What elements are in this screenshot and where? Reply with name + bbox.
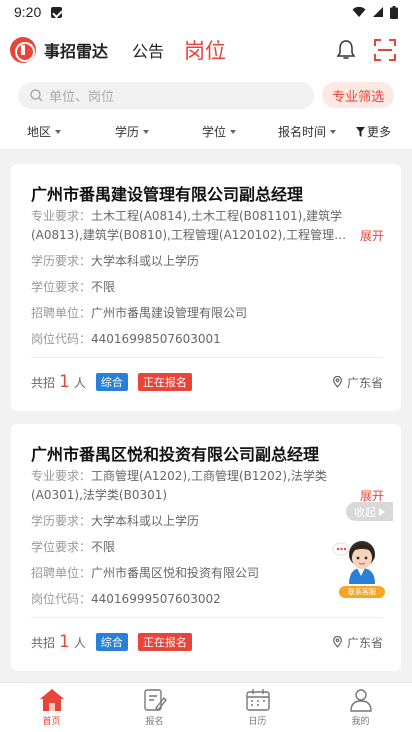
chevron-right-icon [379,507,385,516]
divider [31,357,383,358]
tab-home[interactable]: 首页 [0,683,103,732]
app-logo-icon [10,37,36,63]
tab-profile[interactable]: 我的 [309,683,412,732]
filter-education[interactable]: 学历 [115,123,150,140]
major-filter-button[interactable]: 专业筛选 [322,82,394,108]
filter-degree[interactable]: 学位 [202,123,237,140]
filter-degree-label: 学位 [202,125,227,139]
tab-positions[interactable]: 岗位 [184,35,226,65]
search-input[interactable]: 单位、岗位 [18,81,315,109]
count-prefix: 共招 [31,635,56,650]
count-suffix: 人 [73,375,86,390]
app-header: 事招雷达 公告 岗位 [0,24,412,76]
card-footer: 共招 1 人 综合 正在报名 广东省 [31,372,383,392]
signal-icon [373,7,383,17]
calendar-icon [245,689,270,711]
bottom-tab-bar: 首页 报名 日历 我的 [0,682,412,732]
filter-more[interactable]: 更多 [356,123,391,140]
expand-button[interactable]: 展开 [360,227,384,244]
divider [31,617,383,618]
count-suffix: 人 [73,635,86,650]
location-label: 广东省 [346,375,383,390]
filter-signup-time[interactable]: 报名时间 [278,123,337,140]
profile-icon [349,689,372,712]
caret-down-icon [143,129,150,134]
education-requirement: 学历要求：大学本科或以上学历 [31,254,200,268]
search-row: 单位、岗位 专业筛选 [0,76,412,114]
category-badge: 综合 [95,373,128,391]
status-time: 9:20 [14,4,42,20]
collapse-label: 收起 [354,505,376,519]
location-pin-icon [332,636,342,648]
filter-signup-time-label: 报名时间 [278,125,327,139]
position-code: 岗位代码：44016998507603001 [31,332,221,346]
count-prefix: 共招 [31,375,56,390]
home-icon [39,689,64,711]
filter-more-label: 更多 [367,125,392,139]
education-requirement: 学历要求：大学本科或以上学历 [31,514,200,528]
scan-icon[interactable] [374,39,396,61]
job-card[interactable]: 广州市番禺建设管理有限公司副总经理 专业要求：土木工程(A0814),土木工程(… [11,164,401,411]
customer-service-widget[interactable]: 联系客服 [331,526,385,598]
collapse-button[interactable]: 收起 [346,502,393,521]
status-bar: 9:20 [0,0,412,24]
major-requirement: 专业要求：工商管理(A1202),工商管理(B1202),法学类 [31,469,327,483]
app-name: 事招雷达 [44,42,109,61]
degree-requirement: 学位要求：不限 [31,540,116,554]
wifi-icon [352,6,366,17]
card-footer: 共招 1 人 综合 正在报名 广东省 [31,632,383,652]
tab-announcements[interactable]: 公告 [132,38,164,62]
caret-down-icon [230,129,237,134]
customer-service-label: 联系客服 [348,588,376,596]
employer: 招聘单位：广州市番禺区悦和投资有限公司 [31,566,260,580]
job-title: 广州市番禺建设管理有限公司副总经理 [31,185,304,204]
employer: 招聘单位：广州市番禺建设管理有限公司 [31,306,248,320]
filter-bar: 地区 学历 学位 报名时间 更多 [0,114,412,150]
status-badge: 正在报名 [137,633,192,651]
location: 广东省 [332,374,383,391]
location-pin-icon [332,376,342,388]
notification-icon [51,6,63,18]
location: 广东省 [332,634,383,651]
filter-region-label: 地区 [27,125,52,139]
position-code: 岗位代码：44016999507603002 [31,592,221,606]
filter-region[interactable]: 地区 [27,123,62,140]
battery-icon [390,5,398,19]
major-requirement: 专业要求：土木工程(A0814),土木工程(B081101),建筑学 [31,209,343,223]
bell-icon[interactable] [336,39,356,61]
location-label: 广东省 [346,635,383,650]
category-badge: 综合 [95,633,128,651]
degree-requirement: 学位要求：不限 [31,280,116,294]
funnel-icon [356,126,365,137]
tab-signup[interactable]: 报名 [103,683,206,732]
caret-down-icon [55,129,62,134]
signup-icon [143,689,167,712]
hire-count: 1 [59,372,70,392]
search-placeholder: 单位、岗位 [49,89,115,105]
tab-calendar[interactable]: 日历 [206,683,309,732]
major-requirement-cont: (A0813),建筑学(B0810),工程管理(A120102),工程管理… [31,228,347,242]
status-badge: 正在报名 [137,373,192,391]
caret-down-icon [330,129,337,134]
filter-education-label: 学历 [115,125,140,139]
search-icon [30,88,43,102]
hire-count: 1 [59,632,70,652]
major-requirement-cont: (A0301),法学类(B0301) [31,488,168,502]
job-title: 广州市番禺区悦和投资有限公司副总经理 [31,445,320,464]
